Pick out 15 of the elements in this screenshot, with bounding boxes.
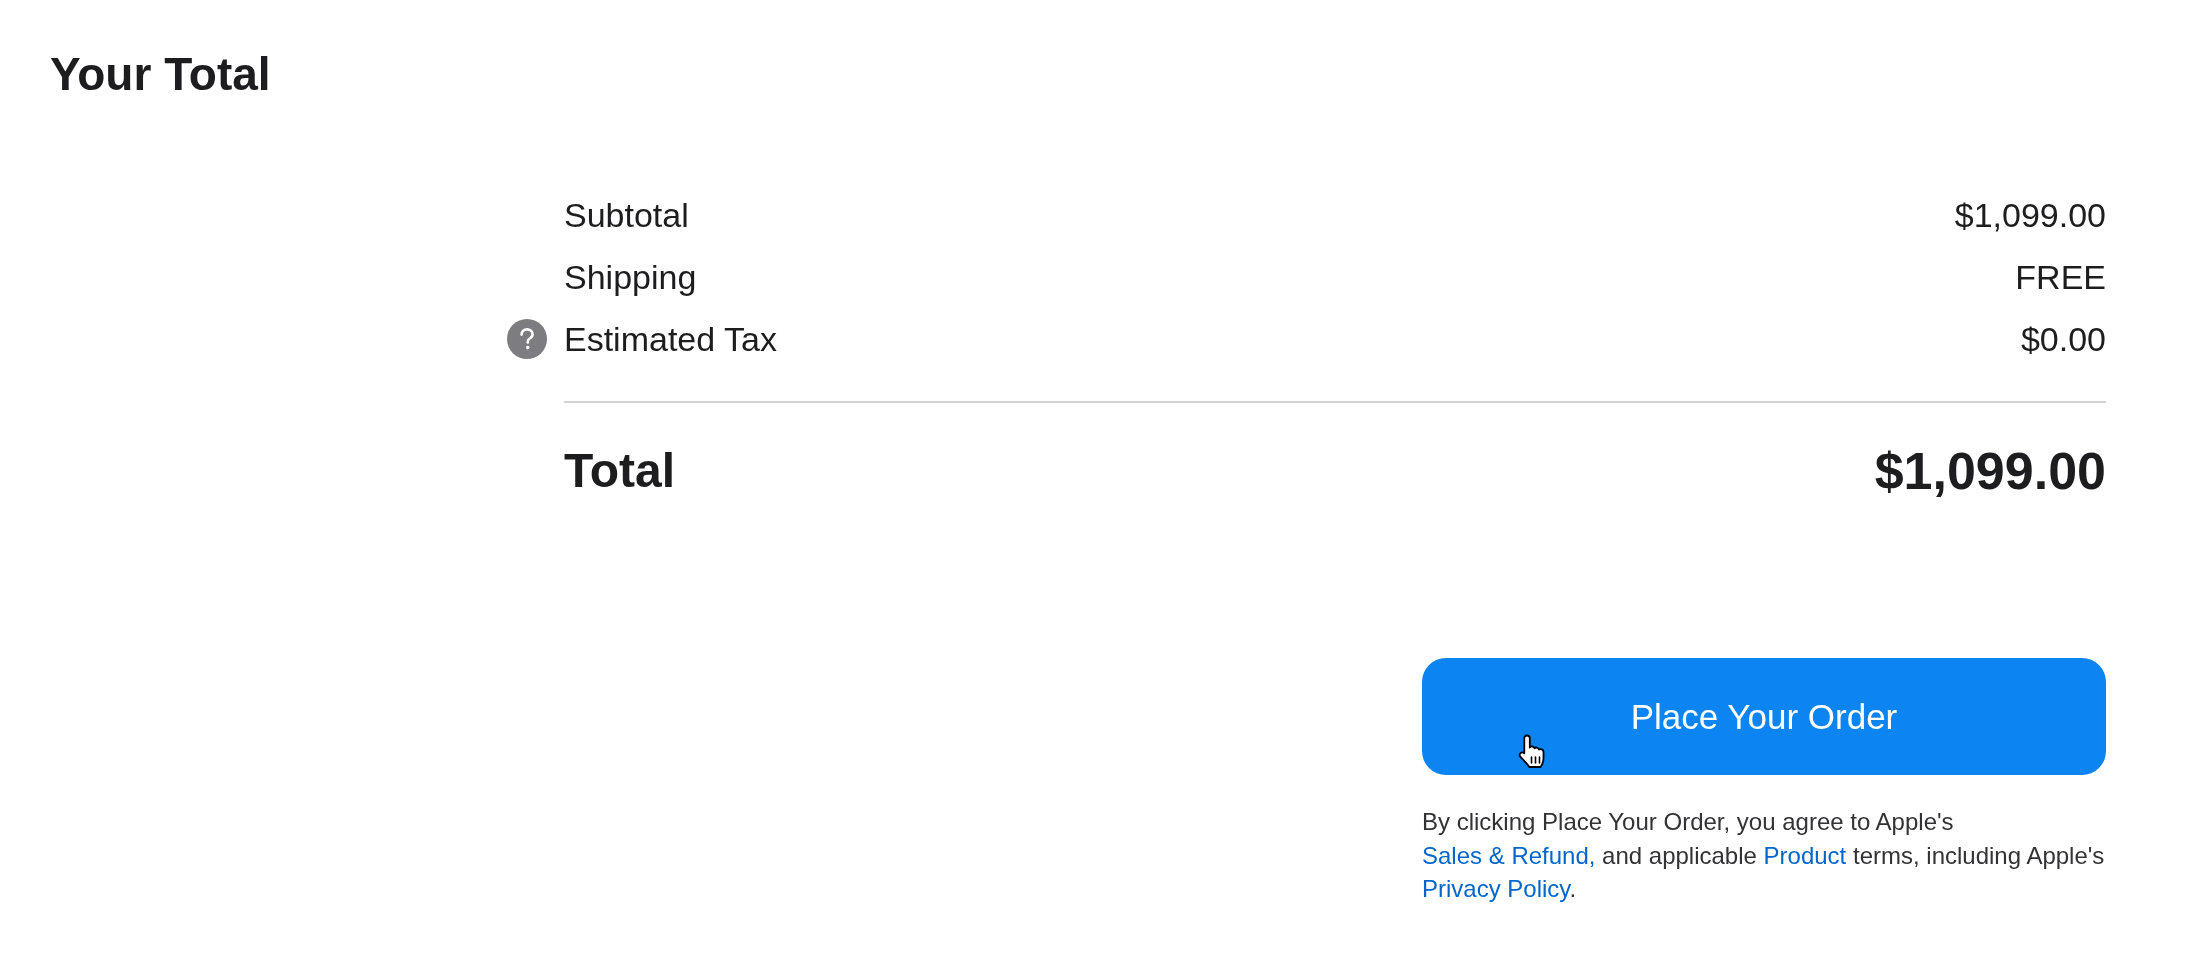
summary-label: Subtotal — [564, 195, 690, 236]
help-icon[interactable] — [507, 319, 547, 359]
summary-label: Shipping — [564, 257, 698, 298]
summary-amount: FREE — [2015, 257, 2106, 298]
summary-label: Estimated Tax — [564, 319, 778, 360]
summary-amount: $1,099.00 — [1954, 195, 2106, 236]
section-title: Your Total — [50, 51, 271, 97]
summary-amount: $0.00 — [2020, 319, 2106, 360]
total-amount: $1,099.00 — [1874, 441, 2106, 501]
terms-link[interactable]: Privacy Policy — [1422, 875, 1570, 902]
place-order-button[interactable]: Place Your Order — [1422, 658, 2106, 775]
terms-link[interactable]: Product — [1763, 841, 1847, 869]
terms-link[interactable]: Sales & Refund, — [1422, 841, 1596, 869]
total-label: Total — [564, 443, 676, 499]
legal-notice: By clicking Place Your Order, you agree to Apple's Sales & Refund, and applicable Product terms, including Apple's Privacy Policy. — [1422, 807, 2106, 904]
